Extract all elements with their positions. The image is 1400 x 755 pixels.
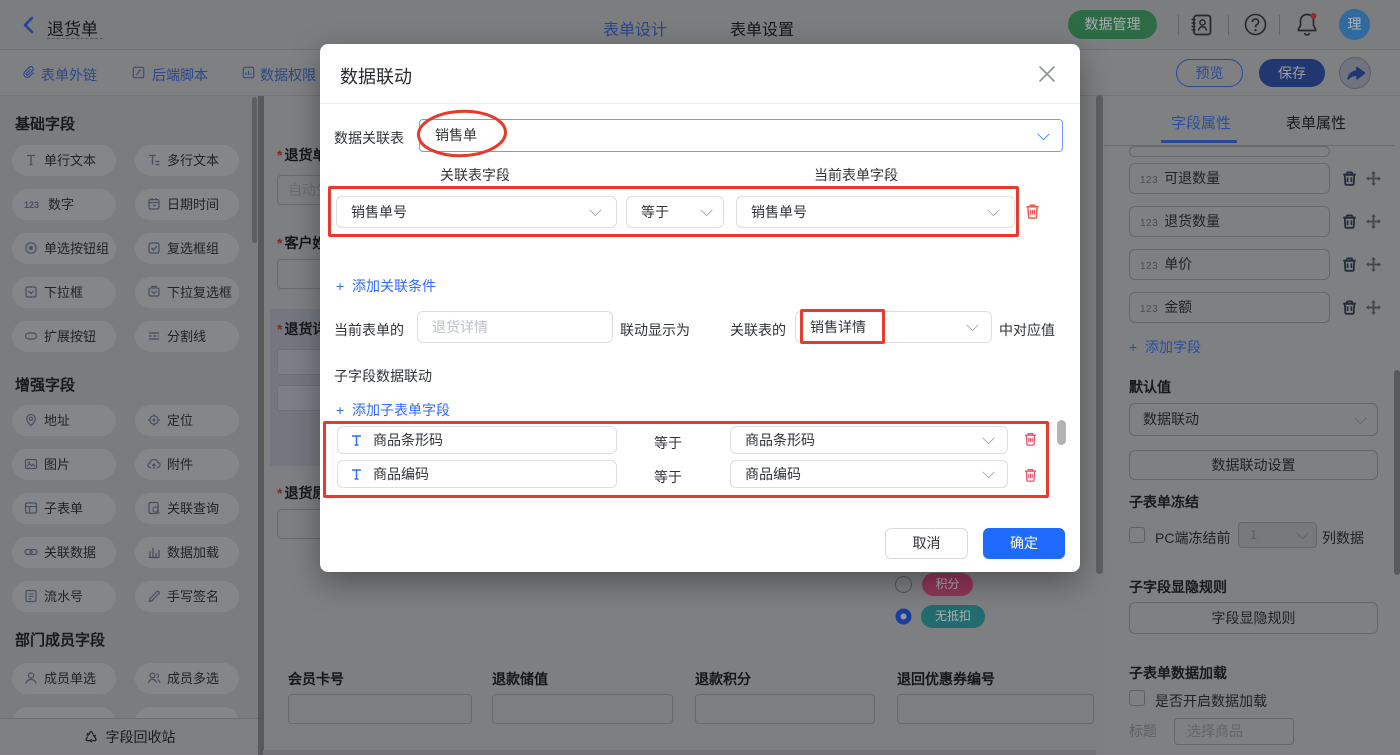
svg-text:123: 123 bbox=[24, 200, 39, 210]
